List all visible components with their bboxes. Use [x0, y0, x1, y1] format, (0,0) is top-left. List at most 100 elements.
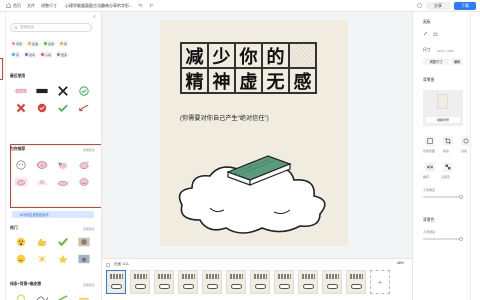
page-thumb-2[interactable]: [130, 270, 150, 294]
chip-praise[interactable]: 夸赞: [10, 40, 25, 47]
chip-more[interactable]: 更多: [55, 51, 70, 58]
sticker-search-input[interactable]: 搜索贴纸: [10, 23, 92, 32]
document-title[interactable]: 心理学能量鼓励方法趣味分享的字形...: [65, 3, 132, 9]
collapse-panel-icon[interactable]: [92, 14, 97, 19]
sticker-black-x[interactable]: [54, 84, 72, 98]
replace-background-button[interactable]: 替换背景: [426, 117, 460, 123]
sticker-fireworks[interactable]: [33, 252, 51, 266]
sticker-green-check[interactable]: [54, 101, 72, 115]
thumb-title: [110, 274, 123, 279]
chip-dot: [25, 53, 29, 56]
help-icon[interactable]: [417, 3, 422, 8]
bgcolor-opacity-knob[interactable]: [459, 236, 463, 241]
chip-dot: [57, 53, 61, 56]
opacity-slider[interactable]: [423, 194, 463, 199]
sticker-cat-photo[interactable]: [75, 235, 93, 249]
flip-button[interactable]: [425, 162, 435, 172]
recommend-more-link[interactable]: 查看更多: [83, 148, 95, 152]
cloud-book-illustration[interactable]: [170, 150, 340, 240]
sticker-green-check-circle[interactable]: [75, 84, 93, 98]
thumb-title: [350, 274, 363, 279]
sticker-pink-tag[interactable]: CUTE: [12, 84, 30, 98]
poster-title-grid[interactable]: 减 少 你 的 精 神 虚 无 感: [180, 42, 317, 94]
background-preview[interactable]: 替换背景: [423, 90, 463, 126]
sticker-emoji-thinking[interactable]: [12, 252, 30, 266]
file-menu[interactable]: 文件: [27, 3, 35, 9]
lock-icon[interactable]: [433, 31, 438, 36]
chip-label: 思考: [29, 52, 36, 57]
sticker-green-tick[interactable]: [54, 235, 72, 249]
bgcolor-opacity-slider[interactable]: [423, 236, 463, 241]
sticker-pig-wave[interactable]: [75, 158, 93, 172]
page-thumb-9[interactable]: [298, 270, 318, 294]
resize-button[interactable]: 调整尺寸: [423, 58, 449, 65]
add-page-button[interactable]: +: [370, 270, 390, 294]
line-more-link[interactable]: 查看更多: [83, 283, 95, 287]
thumb-cloud: [183, 284, 194, 289]
filter-icon: [463, 138, 469, 144]
download-button[interactable]: 下载: [454, 1, 476, 10]
chip-thanks[interactable]: 感谢: [42, 40, 57, 47]
ai-sticker-banner[interactable]: AI为你生成贴纸素材: [12, 211, 94, 218]
sticker-red-arrow[interactable]: [75, 101, 93, 115]
home-button[interactable]: 首页: [6, 3, 21, 9]
redo-button[interactable]: [149, 3, 154, 8]
thumb-cloud: [351, 284, 362, 289]
sticker-star[interactable]: [54, 252, 72, 266]
thumb-title: [134, 274, 147, 279]
chip-cheer[interactable]: 加油: [26, 40, 41, 47]
poster-canvas[interactable]: 减 少 你 的 精 神 虚 无 感 (你需要对你自己产生“绝对信任”): [160, 20, 348, 246]
chip-heart[interactable]: 心动: [39, 51, 54, 58]
page-thumb-1[interactable]: [106, 270, 126, 294]
page-thumb-11[interactable]: [346, 270, 366, 294]
page-thumb-7[interactable]: [250, 270, 270, 294]
page-thumb-6[interactable]: [226, 270, 246, 294]
sticker-black-bar[interactable]: [33, 84, 51, 98]
background-image-label: 背景图: [423, 78, 435, 82]
sticker-thumbs-up[interactable]: [33, 235, 51, 249]
page-thumb-3[interactable]: [154, 270, 174, 294]
chip-think[interactable]: 思考: [23, 51, 38, 58]
page-label: 页面 1/11: [114, 262, 129, 266]
edit-size-button[interactable]: 编辑: [451, 58, 463, 65]
chip-cry[interactable]: 哭: [10, 51, 22, 58]
smart-cutout-button[interactable]: [425, 136, 435, 146]
title-char: 少: [208, 43, 235, 68]
title-char: 神: [208, 68, 235, 93]
sticker-green-stroke[interactable]: [54, 291, 72, 300]
sticker-red-check-circle[interactable]: [33, 101, 51, 115]
edit-icon[interactable]: [423, 31, 428, 36]
page-thumb-10[interactable]: [322, 270, 342, 294]
sticker-scribble[interactable]: [33, 291, 51, 300]
sticker-pig-pink-bg[interactable]: [12, 175, 30, 189]
share-button[interactable]: 分享: [426, 1, 450, 10]
page-indicator[interactable]: 页面 1/11: [106, 262, 129, 267]
sticker-pink-pig[interactable]: [33, 158, 51, 172]
sticker-yellow-line[interactable]: [75, 291, 93, 300]
sticker-pig-sleep[interactable]: [33, 175, 51, 189]
sticker-blue-pig[interactable]: [54, 158, 72, 172]
sticker-red-x[interactable]: [12, 101, 30, 115]
crop-button[interactable]: [443, 136, 453, 146]
sticker-pig-lie[interactable]: [54, 175, 72, 189]
poster-subtitle[interactable]: (你需要对你自己产生“绝对信任”): [180, 113, 269, 122]
sticker-photo-pet[interactable]: [75, 252, 93, 266]
opacity-slider-knob[interactable]: [459, 194, 463, 199]
undo-button[interactable]: [138, 3, 143, 8]
zoom-level[interactable]: 48%: [397, 261, 404, 265]
mosaic-button[interactable]: [443, 162, 453, 172]
chip-label: 心动: [45, 52, 52, 57]
sticker-pig-circle[interactable]: [12, 158, 30, 172]
page-thumb-5[interactable]: [202, 270, 222, 294]
sticker-pig-happy[interactable]: [75, 175, 93, 189]
sticker-lemon-ring[interactable]: [12, 291, 30, 300]
page-thumb-8[interactable]: [274, 270, 294, 294]
page-strip: 页面 1/11 48% +: [102, 258, 412, 300]
page-thumb-4[interactable]: [178, 270, 198, 294]
search-icon: [14, 25, 18, 30]
resize-menu[interactable]: 调整尺寸: [41, 3, 57, 9]
search-placeholder: 搜索贴纸: [20, 25, 34, 29]
sticker-emoji-shocked[interactable]: [12, 235, 30, 249]
chip-laugh[interactable]: 笑: [58, 40, 70, 47]
hot-more-link[interactable]: 查看更多: [83, 227, 95, 231]
